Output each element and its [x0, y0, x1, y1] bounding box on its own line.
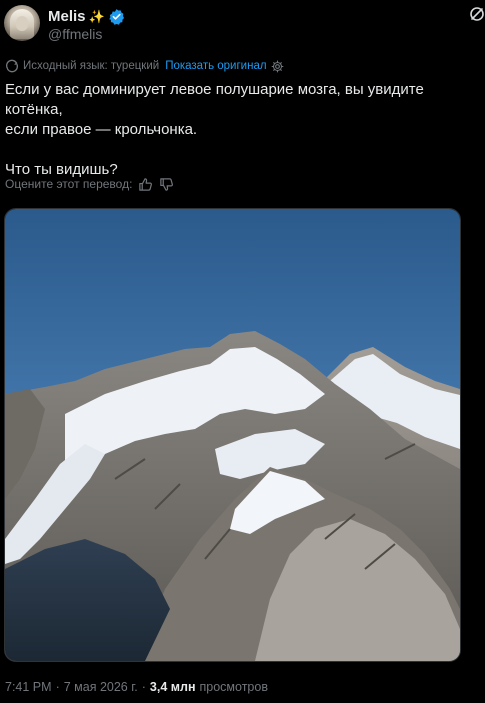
views-count: 3,4 млн — [149, 680, 196, 694]
tweet-line-2: если правое — крольчонка. — [5, 121, 198, 138]
tweet-date[interactable]: 7 мая 2026 г. — [64, 680, 138, 694]
verified-badge-icon — [108, 8, 124, 25]
source-language-label: Исходный язык: турецкий — [23, 60, 160, 72]
sparkle-emoji: ✨ — [88, 8, 105, 24]
author-handle[interactable]: @ffmelis — [48, 26, 102, 42]
meta-separator-2: · — [141, 680, 146, 694]
author-name-row: Melis ✨ — [48, 6, 125, 26]
views-label: просмотров — [199, 680, 268, 694]
tweet-text: Если у вас доминирует левое полушарие мо… — [5, 80, 483, 180]
translation-notice: Исходный язык: турецкий Показать оригина… — [5, 58, 284, 74]
tweet-media[interactable] — [4, 208, 461, 662]
translate-icon — [6, 59, 18, 73]
tweet-line-1: Если у вас доминирует левое полушарие мо… — [5, 81, 424, 118]
rate-translation-label: Оцените этот перевод: — [5, 177, 133, 191]
gear-icon[interactable] — [271, 60, 284, 73]
avatar-face — [16, 16, 28, 31]
grok-icon[interactable] — [469, 6, 485, 22]
meta-separator-1: · — [55, 680, 60, 694]
rate-translation: Оцените этот перевод: — [5, 176, 174, 192]
thumbs-up-icon[interactable] — [138, 177, 153, 192]
avatar[interactable] — [4, 5, 40, 41]
mountain-photo — [5, 209, 460, 661]
tweet-time[interactable]: 7:41 PM — [5, 680, 52, 694]
display-name[interactable]: Melis — [48, 8, 86, 25]
tweet-meta: 7:41 PM · 7 мая 2026 г. · 3,4 млн просмо… — [5, 680, 268, 694]
show-original-link[interactable]: Показать оригинал — [165, 60, 266, 72]
thumbs-down-icon[interactable] — [159, 177, 174, 192]
